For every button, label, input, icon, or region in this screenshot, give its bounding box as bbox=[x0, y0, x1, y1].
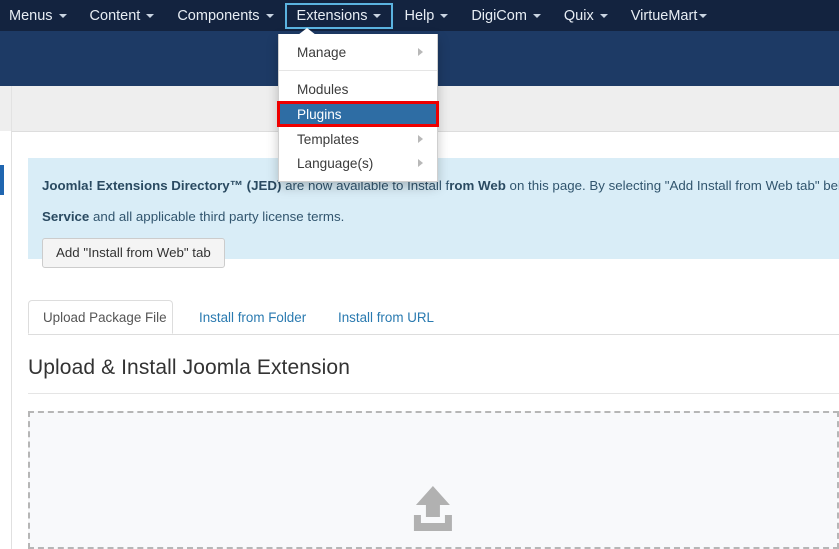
menu-item-digicom-label: DigiCom bbox=[471, 7, 527, 24]
jed-notice-text-d: and all applicable third party license t… bbox=[89, 209, 345, 224]
dropdown-item-templates-label: Templates bbox=[297, 131, 359, 147]
chevron-right-icon bbox=[418, 135, 423, 143]
menu-item-help[interactable]: Help bbox=[393, 4, 459, 28]
menu-item-virtuemart[interactable]: VirtueMart bbox=[620, 4, 719, 28]
heading-divider bbox=[28, 393, 839, 394]
chevron-down-icon bbox=[699, 13, 708, 18]
dropdown-item-manage-label: Manage bbox=[297, 44, 347, 60]
dropdown-item-languages-label: Language(s) bbox=[297, 155, 374, 171]
jed-notice-title: Joomla! Extensions Directory™ (JED) bbox=[42, 178, 282, 193]
dropdown-item-languages[interactable]: Language(s) bbox=[279, 151, 437, 175]
menu-item-menus[interactable]: Menus bbox=[0, 4, 78, 28]
joomla-admin-screen: Joomla! Extensions Directory™ (JED) are … bbox=[0, 0, 839, 549]
tab-upload-package-file[interactable]: Upload Package File bbox=[28, 300, 173, 334]
admin-menu-bar: Menus Content Components Extensions Help… bbox=[0, 0, 839, 31]
collapsed-sidebar[interactable] bbox=[0, 131, 12, 549]
menu-item-content[interactable]: Content bbox=[79, 4, 166, 28]
upload-tray-icon bbox=[413, 486, 452, 531]
page-title: Upload & Install Joomla Extension bbox=[28, 356, 350, 379]
tab-install-from-folder[interactable]: Install from Folder bbox=[185, 300, 320, 334]
dropdown-item-templates[interactable]: Templates bbox=[279, 127, 437, 151]
chevron-right-icon bbox=[418, 159, 423, 167]
menu-item-digicom[interactable]: DigiCom bbox=[460, 4, 552, 28]
jed-notice-line-1: Joomla! Extensions Directory™ (JED) are … bbox=[42, 170, 839, 201]
chevron-down-icon bbox=[599, 13, 608, 18]
menu-item-quix-label: Quix bbox=[563, 7, 594, 24]
dropdown-pointer-caret bbox=[298, 28, 316, 35]
install-method-tabs: Upload Package File Install from Folder … bbox=[28, 300, 839, 335]
dropdown-item-modules[interactable]: Modules bbox=[279, 77, 437, 101]
chevron-down-icon bbox=[440, 13, 449, 18]
chevron-right-icon bbox=[418, 48, 423, 56]
chevron-down-icon bbox=[373, 13, 382, 18]
dropdown-item-plugins[interactable]: Plugins bbox=[277, 101, 439, 127]
menu-item-virtuemart-label: VirtueMart bbox=[630, 7, 698, 24]
extensions-dropdown-menu: Manage Modules Plugins Templates Languag… bbox=[277, 34, 439, 182]
menu-item-extensions[interactable]: Extensions bbox=[284, 2, 394, 29]
dropdown-item-manage[interactable]: Manage bbox=[279, 40, 437, 64]
dropdown-item-plugins-label: Plugins bbox=[297, 106, 342, 122]
jed-notice-text-c: on this page. By selecting "Add Install … bbox=[505, 178, 839, 193]
menu-item-help-label: Help bbox=[404, 7, 435, 24]
main-content: Joomla! Extensions Directory™ (JED) are … bbox=[12, 131, 839, 549]
dropdown-item-modules-label: Modules bbox=[297, 81, 349, 97]
menu-item-menus-label: Menus bbox=[9, 7, 53, 24]
menu-item-extensions-label: Extensions bbox=[296, 7, 368, 24]
chevron-down-icon bbox=[58, 13, 67, 18]
menu-item-components-label: Components bbox=[177, 7, 260, 24]
upload-dropzone[interactable] bbox=[28, 411, 839, 549]
chevron-down-icon bbox=[532, 13, 541, 18]
jed-notice-service: Service bbox=[42, 209, 90, 224]
add-install-from-web-tab-button[interactable]: Add "Install from Web" tab bbox=[42, 238, 225, 269]
menu-item-components[interactable]: Components bbox=[166, 4, 284, 28]
tab-install-from-url[interactable]: Install from URL bbox=[324, 300, 448, 334]
chevron-down-icon bbox=[265, 13, 274, 18]
menu-item-content-label: Content bbox=[89, 7, 141, 24]
menu-item-quix[interactable]: Quix bbox=[553, 4, 619, 28]
admin-menu-list: Menus Content Components Extensions Help… bbox=[0, 0, 839, 31]
dropdown-divider bbox=[279, 70, 437, 71]
sidebar-active-indicator bbox=[0, 165, 4, 195]
jed-notice-line-2: Service and all applicable third party l… bbox=[42, 201, 839, 232]
jed-notice-text-b: rom Web bbox=[449, 178, 506, 193]
chevron-down-icon bbox=[146, 13, 155, 18]
